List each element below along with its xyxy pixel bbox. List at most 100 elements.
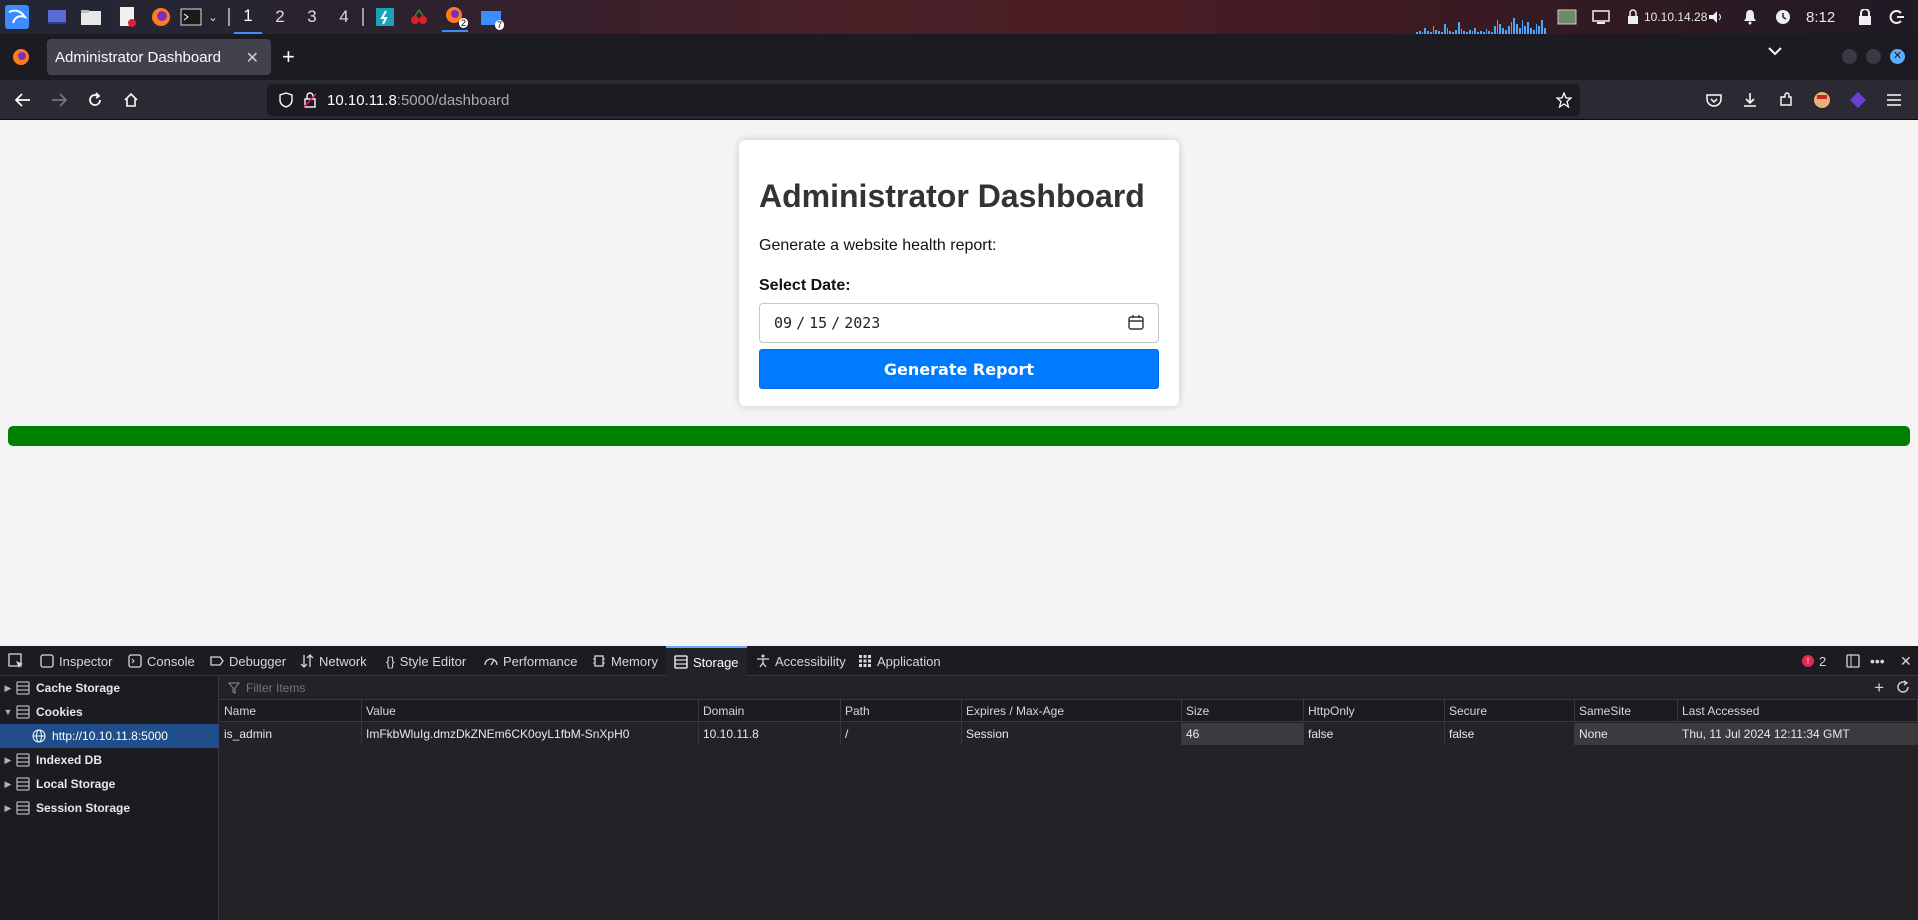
workspace-2[interactable]: 2 <box>266 0 294 34</box>
text-editor-icon[interactable] <box>116 4 138 30</box>
tab-accessibility[interactable]: Accessibility <box>756 646 846 676</box>
tab-administrator-dashboard[interactable]: Administrator Dashboard ✕ <box>47 39 271 75</box>
tree-cache-storage[interactable]: ▶ Cache Storage <box>0 676 219 700</box>
tree-cookies-origin[interactable]: http://10.10.11.8:5000 <box>0 724 219 748</box>
tab-application[interactable]: Application <box>858 646 941 676</box>
cherrytree-icon[interactable] <box>408 4 430 30</box>
dock-side-icon[interactable] <box>1846 646 1860 676</box>
tree-cookies[interactable]: ▼ Cookies <box>0 700 219 724</box>
list-all-tabs-icon[interactable] <box>1768 46 1782 56</box>
folder-window-count: 7 <box>494 20 504 30</box>
column-header[interactable]: HttpOnly <box>1304 700 1445 722</box>
extensions-puzzle-icon[interactable] <box>1774 88 1798 112</box>
workspace-4[interactable]: 4 <box>330 0 358 34</box>
table-cell[interactable]: is_admin <box>220 723 362 745</box>
tab-storage[interactable]: Storage <box>666 646 747 676</box>
file-manager-icon[interactable] <box>80 4 102 30</box>
close-window-button[interactable]: ✕ <box>1890 49 1905 64</box>
wappalyzer-extension-icon[interactable] <box>1846 88 1870 112</box>
column-header[interactable]: Expires / Max-Age <box>962 700 1182 722</box>
terminal-icon[interactable] <box>180 4 202 30</box>
firefox-launcher-icon[interactable] <box>150 4 172 30</box>
tab-inspector[interactable]: Inspector <box>40 646 112 676</box>
hacktools-extension-icon[interactable] <box>1810 88 1834 112</box>
column-header[interactable]: Last Accessed <box>1678 700 1918 722</box>
show-desktop-icon[interactable] <box>46 4 68 30</box>
pocket-icon[interactable] <box>1702 88 1726 112</box>
tree-indexed-db[interactable]: ▶ Indexed DB <box>0 748 219 772</box>
column-header[interactable]: Value <box>362 700 699 722</box>
column-header[interactable]: Path <box>841 700 962 722</box>
workspace-3[interactable]: 3 <box>298 0 326 34</box>
table-cell[interactable]: false <box>1304 723 1445 745</box>
close-devtools-icon[interactable]: ✕ <box>1900 646 1912 676</box>
firefox-window-icon[interactable]: 2 <box>442 2 468 32</box>
notifications-bell-icon[interactable] <box>1740 4 1760 30</box>
forward-arrow-icon[interactable] <box>47 88 71 112</box>
downloads-icon[interactable] <box>1738 88 1762 112</box>
date-input[interactable]: 09/15/2023 <box>759 303 1159 343</box>
tree-session-storage[interactable]: ▶ Session Storage <box>0 796 219 820</box>
tab-console[interactable]: Console <box>128 646 195 676</box>
volume-icon[interactable] <box>1706 4 1726 30</box>
error-count-indicator[interactable]: ! 2 <box>1802 646 1826 676</box>
table-cell[interactable]: 46 <box>1182 723 1304 745</box>
cpu-bar <box>1432 26 1435 34</box>
tab-style-editor[interactable]: {} Style Editor <box>386 646 466 676</box>
tab-memory[interactable]: Memory <box>592 646 658 676</box>
logout-icon[interactable] <box>1888 4 1906 30</box>
filter-input[interactable] <box>246 680 646 695</box>
column-header[interactable]: SameSite <box>1575 700 1678 722</box>
workspace-1[interactable]: 1 <box>234 0 262 34</box>
column-header[interactable]: Name <box>220 700 362 722</box>
hamburger-menu-icon[interactable] <box>1882 88 1906 112</box>
column-header[interactable]: Domain <box>699 700 841 722</box>
column-header[interactable]: Secure <box>1445 700 1575 722</box>
refresh-items-icon[interactable] <box>1896 680 1910 694</box>
minimize-window-button[interactable] <box>1842 49 1857 64</box>
firefox-view-icon[interactable] <box>12 48 30 66</box>
table-cell[interactable]: 10.10.11.8 <box>699 723 841 745</box>
more-options-icon[interactable]: ••• <box>1870 646 1885 676</box>
tracking-protection-shield-icon[interactable] <box>279 92 293 108</box>
column-header[interactable]: Size <box>1182 700 1304 722</box>
network-monitor-icon[interactable] <box>1556 4 1578 30</box>
power-manager-icon[interactable] <box>1774 4 1792 30</box>
date-year[interactable]: 2023 <box>844 314 880 332</box>
lock-screen-icon[interactable] <box>1856 4 1874 30</box>
date-month[interactable]: 09 <box>774 314 792 332</box>
tree-local-storage[interactable]: ▶ Local Storage <box>0 772 219 796</box>
folder-window-icon[interactable]: 7 <box>478 4 504 30</box>
add-item-button[interactable]: + <box>1874 678 1884 698</box>
tab-network[interactable]: Network <box>300 646 367 676</box>
tab-performance[interactable]: Performance <box>484 646 577 676</box>
table-cell[interactable]: Thu, 11 Jul 2024 12:11:34 GMT <box>1678 723 1918 745</box>
table-cell[interactable]: / <box>841 723 962 745</box>
app-window-icon[interactable] <box>374 4 396 30</box>
back-arrow-icon[interactable] <box>11 88 35 112</box>
date-day[interactable]: 15 <box>809 314 827 332</box>
home-icon[interactable] <box>119 88 143 112</box>
calendar-icon[interactable] <box>1128 314 1144 330</box>
insecure-lock-icon[interactable] <box>303 92 317 108</box>
close-tab-icon[interactable]: ✕ <box>246 48 259 68</box>
url-text[interactable]: 10.10.11.8:5000/dashboard <box>327 92 509 109</box>
kali-menu-icon[interactable] <box>4 4 30 30</box>
generate-report-button[interactable]: Generate Report <box>759 349 1159 389</box>
url-bar[interactable]: 10.10.11.8:5000/dashboard <box>267 84 1580 116</box>
table-cell[interactable]: ImFkbWluIg.dmzDkZNEm6CK0oyL1fbM-SnXpH0 <box>362 723 699 745</box>
element-picker-icon[interactable] <box>8 646 24 676</box>
display-icon[interactable] <box>1590 4 1612 30</box>
maximize-window-button[interactable] <box>1866 49 1881 64</box>
cpu-bar <box>1507 26 1510 34</box>
table-cell[interactable]: Session <box>962 723 1182 745</box>
tab-debugger[interactable]: Debugger <box>210 646 286 676</box>
bookmark-star-icon[interactable] <box>1556 92 1572 108</box>
filter-bar: + <box>220 676 1918 700</box>
clock[interactable]: 8:12 <box>1806 4 1835 30</box>
new-tab-button[interactable]: + <box>282 44 295 70</box>
table-cell[interactable]: false <box>1445 723 1575 745</box>
chevron-down-icon[interactable]: ⌄ <box>206 4 220 30</box>
table-cell[interactable]: None <box>1575 723 1678 745</box>
reload-icon[interactable] <box>83 88 107 112</box>
